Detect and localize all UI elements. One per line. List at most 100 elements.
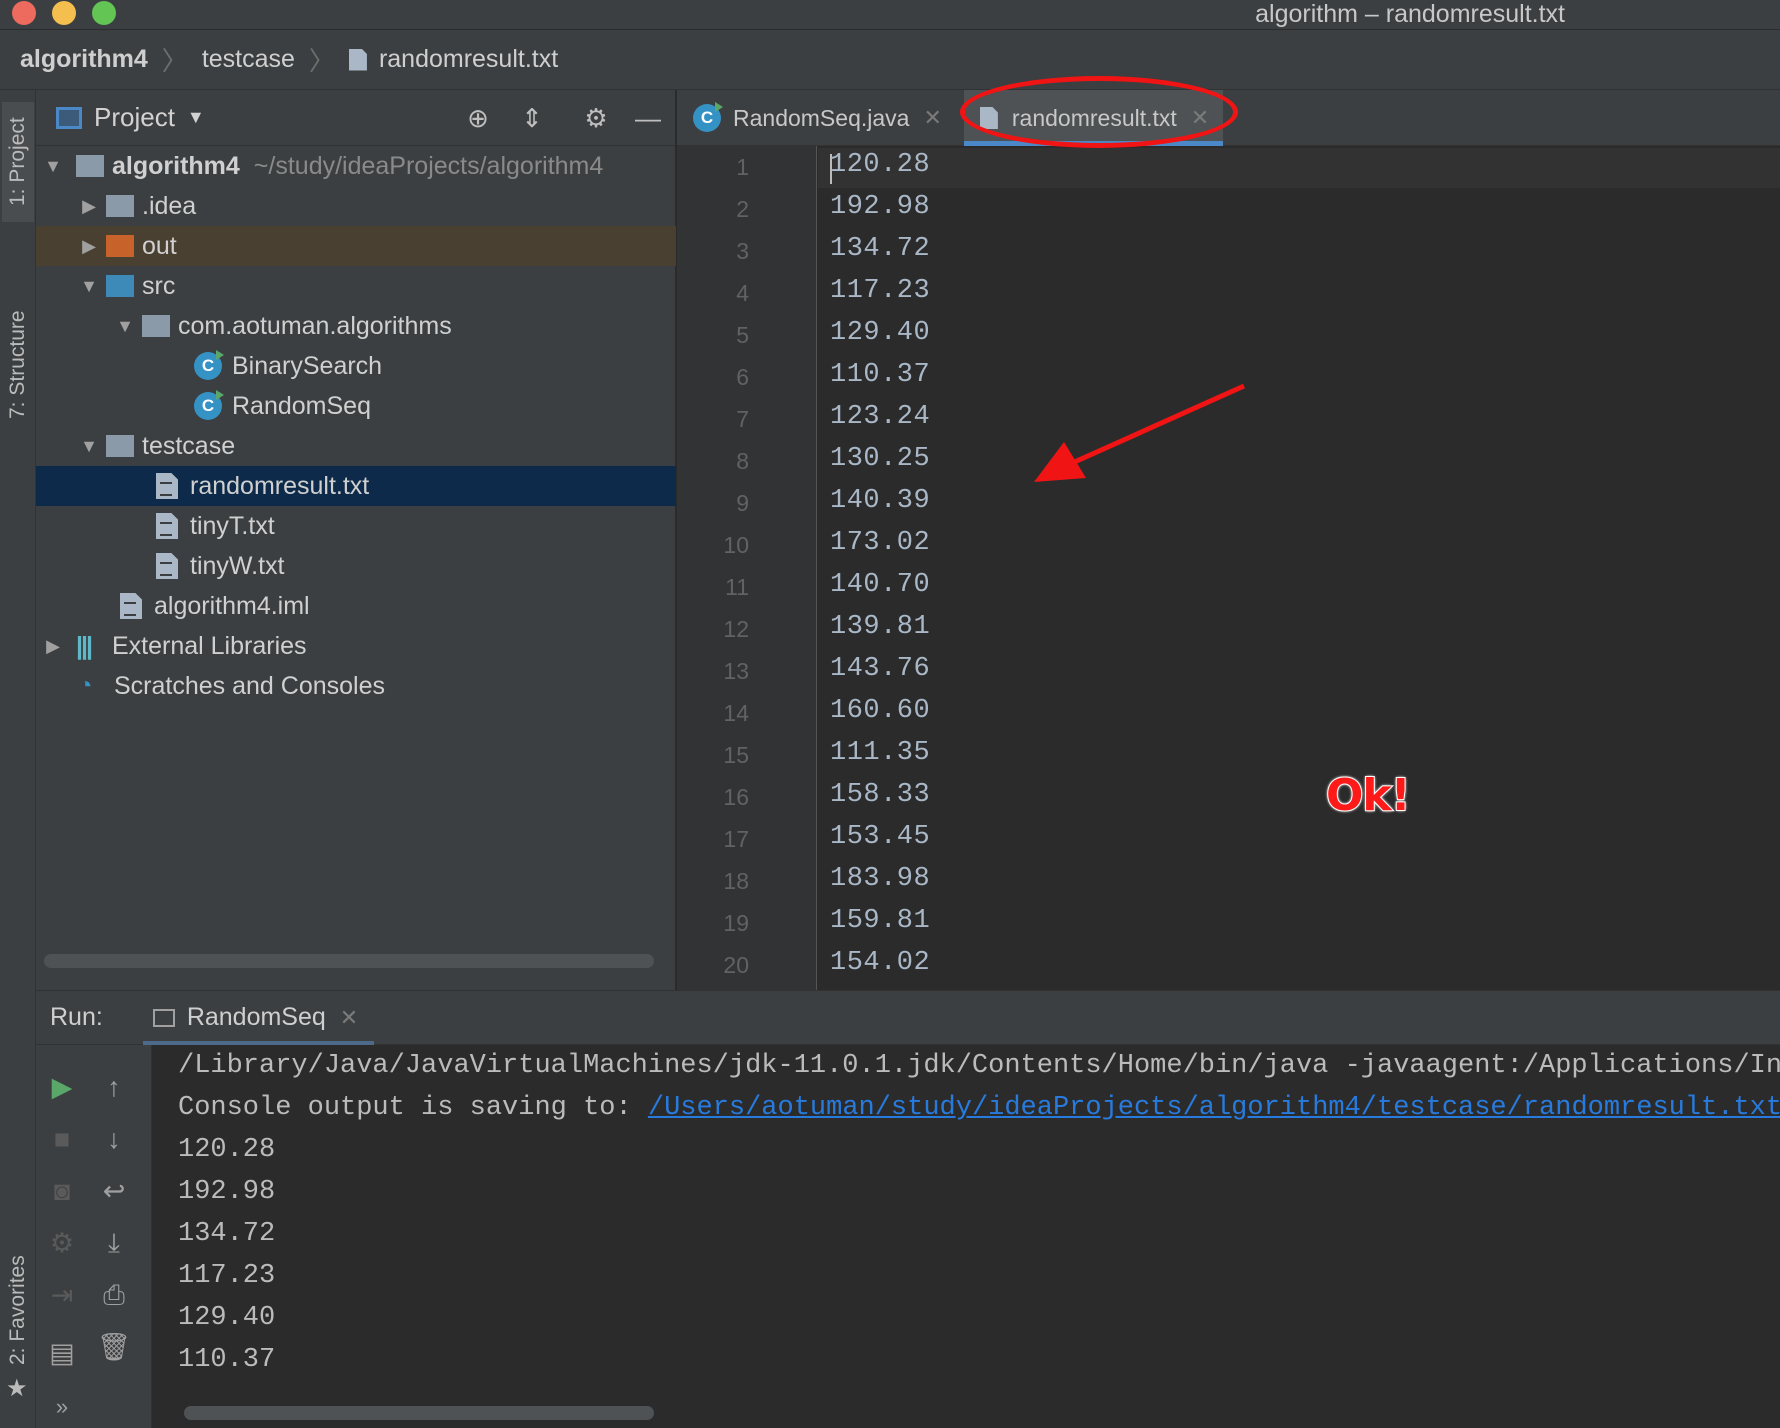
code-line: 159.81 bbox=[830, 906, 931, 936]
console-horizontal-scrollbar[interactable] bbox=[184, 1406, 654, 1420]
expanded-arrow-icon[interactable]: ▼ bbox=[78, 436, 100, 457]
tree-item-package[interactable]: ▼ com.aotuman.algorithms bbox=[36, 306, 676, 346]
line-number-gutter bbox=[677, 146, 817, 990]
line-number: 7 bbox=[736, 406, 749, 432]
expanded-arrow-icon[interactable]: ▼ bbox=[42, 156, 64, 177]
scratches-icon: ◔ bbox=[78, 672, 93, 699]
breadcrumb-project[interactable]: algorithm4 bbox=[20, 45, 148, 74]
collapsed-arrow-icon[interactable]: ▶ bbox=[78, 236, 100, 257]
line-number: 5 bbox=[736, 322, 749, 348]
tree-item-randomseq[interactable]: C RandomSeq bbox=[36, 386, 676, 426]
tree-item-testcase[interactable]: ▼ testcase bbox=[36, 426, 676, 466]
tab-randomseq-java[interactable]: C RandomSeq.java ✕ bbox=[677, 90, 956, 146]
line-number: 16 bbox=[723, 784, 749, 810]
text-file-icon bbox=[156, 553, 178, 579]
console-command-line: /Library/Java/JavaVirtualMachines/jdk-11… bbox=[178, 1051, 1780, 1081]
trash-icon[interactable]: 🗑 bbox=[88, 1327, 140, 1367]
tree-item-tinyt[interactable]: tinyT.txt bbox=[36, 506, 676, 546]
gear-icon[interactable]: ⚙ bbox=[582, 104, 610, 132]
stop-icon[interactable]: ■ bbox=[36, 1119, 88, 1159]
project-panel-header: Project ▼ ⊕ ⇕ ⚙ — bbox=[36, 90, 675, 146]
text-file-icon bbox=[348, 48, 367, 71]
layout-icon[interactable]: ▤ bbox=[36, 1333, 88, 1373]
iml-file-icon bbox=[120, 593, 142, 619]
project-horizontal-scrollbar[interactable] bbox=[44, 954, 654, 968]
code-line: 140.39 bbox=[830, 486, 931, 516]
zoom-window-button[interactable] bbox=[92, 1, 116, 25]
code-line: 140.70 bbox=[830, 570, 931, 600]
tree-item-label: RandomSeq bbox=[232, 391, 371, 420]
module-folder-icon bbox=[76, 155, 104, 177]
breadcrumb-file-label: randomresult.txt bbox=[378, 45, 559, 73]
tool-tab-favorites[interactable]: 2: Favorites bbox=[2, 1230, 34, 1390]
tree-item-out[interactable]: ▶ out bbox=[36, 226, 676, 266]
text-file-icon bbox=[156, 473, 178, 499]
line-number: 17 bbox=[723, 826, 749, 852]
tree-item-scratches[interactable]: ◔ Scratches and Consoles bbox=[36, 666, 676, 706]
code-line: 123.24 bbox=[830, 402, 931, 432]
project-view-icon bbox=[56, 106, 82, 129]
minimize-window-button[interactable] bbox=[52, 1, 76, 25]
tree-item-label: out bbox=[142, 231, 177, 260]
locate-icon[interactable]: ⊕ bbox=[464, 104, 492, 132]
breadcrumb-folder[interactable]: testcase bbox=[202, 45, 295, 74]
code-line: 117.23 bbox=[830, 276, 931, 306]
tree-item-label: External Libraries bbox=[112, 631, 307, 660]
tree-item-algorithm4[interactable]: ▼ algorithm4 ~/study/ideaProjects/algori… bbox=[36, 146, 676, 186]
collapse-all-icon[interactable]: ⇕ bbox=[518, 104, 546, 132]
breadcrumb: algorithm4 〉 testcase 〉 randomresult.txt bbox=[0, 30, 1780, 90]
scroll-to-end-icon[interactable]: ⤓ bbox=[88, 1223, 140, 1263]
text-file-icon bbox=[979, 107, 998, 129]
tree-item-label: Scratches and Consoles bbox=[114, 671, 385, 700]
console-output-file-link[interactable]: /Users/aotuman/study/ideaProjects/algori… bbox=[648, 1093, 1780, 1123]
tree-item-path: ~/study/ideaProjects/algorithm4 bbox=[253, 151, 604, 180]
tree-item-iml[interactable]: algorithm4.iml bbox=[36, 586, 676, 626]
source-folder-icon bbox=[106, 275, 134, 297]
camera-icon[interactable]: ◙ bbox=[36, 1171, 88, 1211]
tree-item-src[interactable]: ▼ src bbox=[36, 266, 676, 306]
code-line: 158.33 bbox=[830, 780, 931, 810]
annotation-arrow-icon bbox=[1034, 383, 1246, 482]
down-arrow-icon[interactable]: ↓ bbox=[88, 1119, 140, 1159]
breadcrumb-separator-icon: 〉 bbox=[308, 46, 335, 76]
line-number: 15 bbox=[723, 742, 749, 768]
tree-item-binarysearch[interactable]: C BinarySearch bbox=[36, 346, 676, 386]
tree-item-label: testcase bbox=[142, 431, 236, 460]
close-window-button[interactable] bbox=[12, 1, 36, 25]
hide-panel-icon[interactable]: — bbox=[634, 104, 662, 132]
folder-icon bbox=[106, 195, 134, 217]
project-view-selector[interactable]: Project bbox=[94, 102, 175, 133]
run-label: Run: bbox=[50, 1003, 103, 1031]
tree-item-tinyw[interactable]: tinyW.txt bbox=[36, 546, 676, 586]
tree-item-idea[interactable]: ▶ .idea bbox=[36, 186, 676, 226]
expanded-arrow-icon[interactable]: ▼ bbox=[78, 276, 100, 297]
soft-wrap-icon[interactable]: ↩ bbox=[88, 1171, 140, 1211]
tab-label: RandomSeq.java bbox=[733, 104, 910, 131]
tool-tab-structure[interactable]: 7: Structure bbox=[2, 280, 34, 450]
settings-icon[interactable]: ⚙ bbox=[36, 1223, 88, 1263]
tree-item-external-libraries[interactable]: ▶ ||| External Libraries bbox=[36, 626, 676, 666]
exit-icon[interactable]: ⇥ bbox=[36, 1275, 88, 1315]
current-line-highlight bbox=[818, 148, 1780, 188]
more-icon[interactable]: » bbox=[36, 1387, 88, 1427]
print-icon[interactable]: ⎙ bbox=[88, 1275, 140, 1315]
breadcrumb-file[interactable]: randomresult.txt bbox=[348, 45, 559, 74]
close-tab-icon[interactable]: ✕ bbox=[923, 105, 941, 131]
tool-tab-project[interactable]: 1: Project bbox=[2, 102, 34, 222]
console-saving-prefix: Console output is saving to: bbox=[178, 1093, 648, 1123]
collapsed-arrow-icon[interactable]: ▶ bbox=[42, 636, 64, 657]
collapsed-arrow-icon[interactable]: ▶ bbox=[78, 196, 100, 217]
close-tab-icon[interactable]: ✕ bbox=[340, 1005, 358, 1031]
up-arrow-icon[interactable]: ↑ bbox=[88, 1067, 140, 1107]
close-tab-icon[interactable]: ✕ bbox=[1191, 105, 1209, 131]
tab-randomresult-txt[interactable]: randomresult.txt ✕ bbox=[963, 90, 1224, 146]
code-line: 183.98 bbox=[830, 864, 931, 894]
tree-item-randomresult[interactable]: randomresult.txt bbox=[36, 466, 676, 506]
tool-tab-project-label: 1: Project bbox=[6, 117, 29, 207]
code-line: 173.02 bbox=[830, 528, 931, 558]
chevron-down-icon[interactable]: ▼ bbox=[187, 107, 205, 128]
rerun-icon[interactable]: ▶ bbox=[36, 1067, 88, 1107]
star-icon: ★ bbox=[6, 1375, 28, 1402]
expanded-arrow-icon[interactable]: ▼ bbox=[114, 316, 136, 337]
run-tab-randomseq[interactable]: RandomSeq ✕ bbox=[142, 991, 375, 1045]
